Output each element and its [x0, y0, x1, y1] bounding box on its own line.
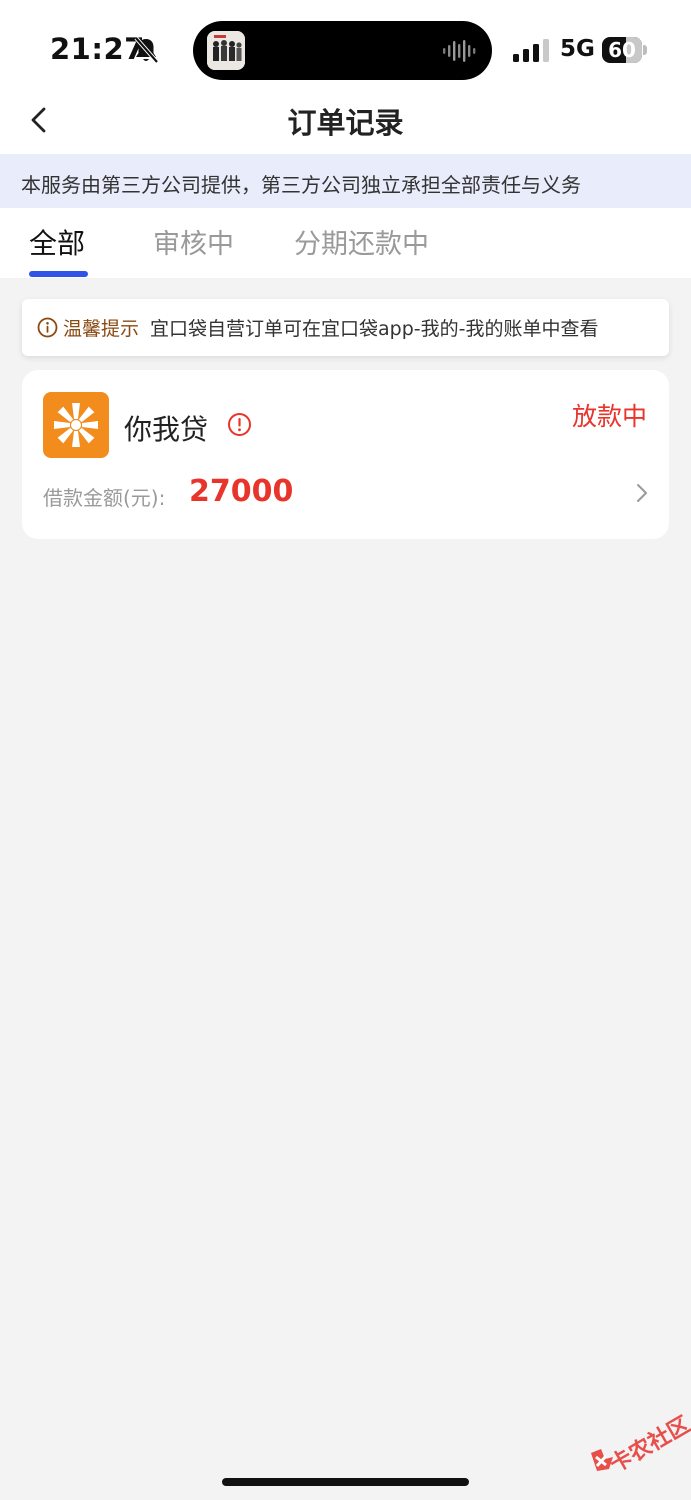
disclaimer-text: 本服务由第三方公司提供，第三方公司独立承担全部责任与义务: [21, 173, 581, 197]
dynamic-island: [193, 21, 492, 80]
signal-bars-icon: [513, 39, 549, 62]
disclaimer-banner: 本服务由第三方公司提供，第三方公司独立承担全部责任与义务: [0, 154, 691, 208]
network-label: 5G: [560, 36, 595, 62]
order-status: 放款中: [571, 402, 647, 431]
lender-name: 你我贷: [124, 413, 209, 446]
home-indicator[interactable]: [222, 1478, 469, 1486]
active-tab-indicator: [29, 271, 88, 277]
tab-installment-repaying[interactable]: 分期还款中: [294, 222, 429, 261]
tip-label: 温馨提示: [63, 318, 140, 340]
bell-off-icon: [134, 36, 159, 64]
chevron-right-icon[interactable]: [635, 482, 649, 504]
now-playing-artwork: [207, 31, 245, 70]
battery-indicator: 60: [602, 37, 648, 63]
lender-logo: [43, 392, 109, 458]
loan-amount-label: 借款金额(元):: [43, 486, 166, 510]
tip-bar: 温馨提示 宜口袋自营订单可在宜口袋app-我的-我的账单中查看: [22, 299, 669, 356]
loan-amount-value: 27000: [189, 474, 294, 509]
status-time: 21:27: [50, 32, 145, 66]
tip-text: 宜口袋自营订单可在宜口袋app-我的-我的账单中查看: [150, 318, 599, 340]
sound-wave-icon: [443, 40, 476, 62]
alert-icon[interactable]: [227, 412, 252, 437]
brand-logo-icon: [54, 403, 98, 447]
watermark: 卡农社区: [585, 1405, 691, 1481]
tab-under-review[interactable]: 审核中: [153, 222, 234, 261]
tab-all[interactable]: 全部: [29, 222, 85, 262]
watermark-text: 卡农社区: [605, 1412, 691, 1478]
info-icon: [37, 317, 58, 338]
battery-percent: 60: [608, 38, 636, 62]
order-card[interactable]: 你我贷 放款中 借款金额(元): 27000: [22, 370, 669, 539]
page-title: 订单记录: [287, 106, 404, 140]
